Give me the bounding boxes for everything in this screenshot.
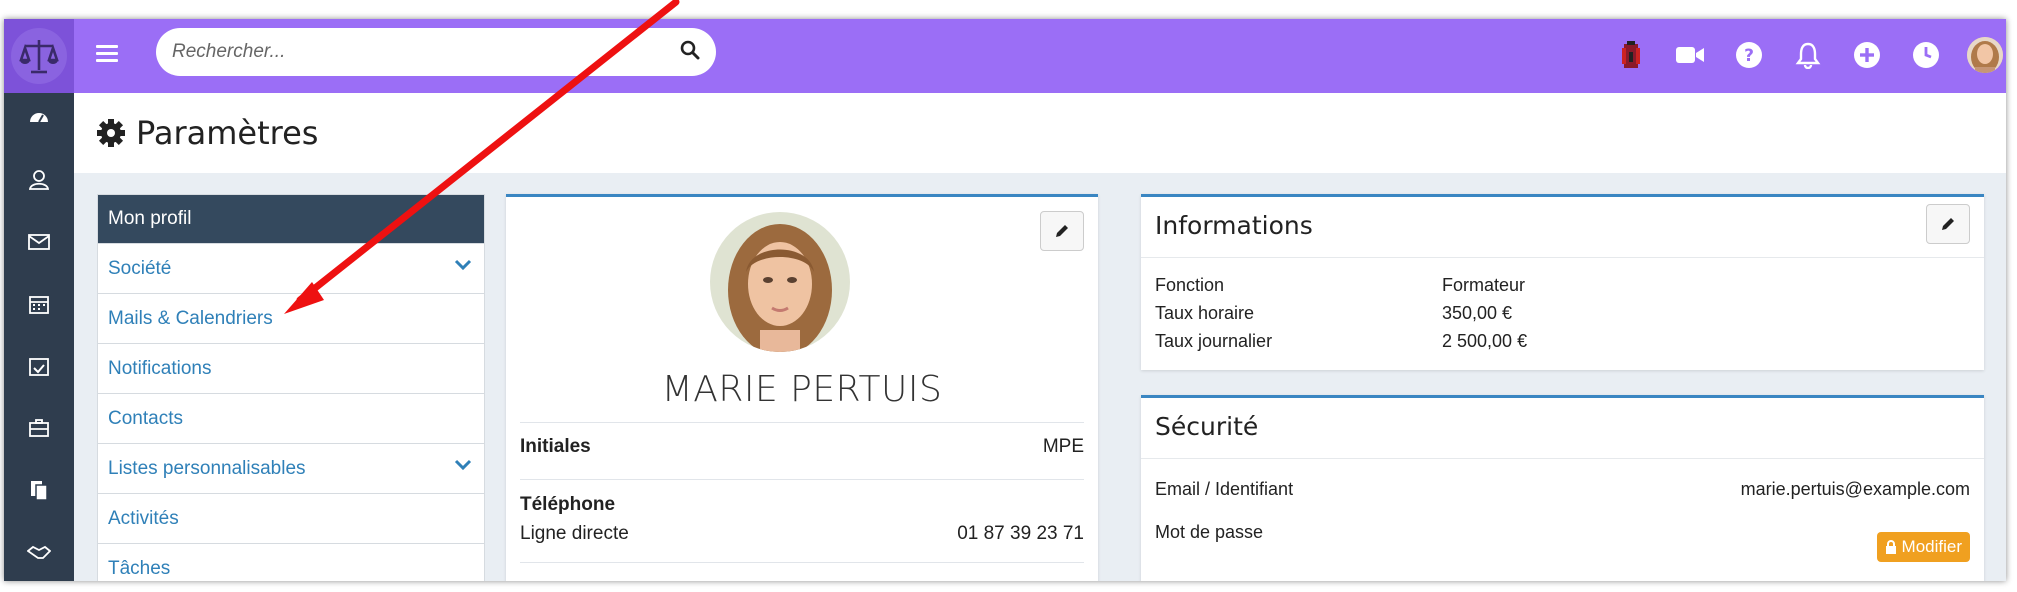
edit-informations-button[interactable] — [1926, 204, 1970, 244]
menu-item-mon-profil[interactable]: Mon profil — [98, 195, 484, 243]
informations-card: Informations Fonction Formateur Taux hor… — [1141, 194, 1984, 370]
profile-card: MARIE PERTUIS Initiales MPE Téléphone Li… — [506, 194, 1098, 581]
user-avatar[interactable] — [1967, 37, 2003, 73]
phone-label: Téléphone — [520, 494, 616, 515]
pencil-icon — [1056, 225, 1068, 237]
search-icon[interactable] — [680, 40, 700, 65]
menu-item-label: Activités — [108, 507, 179, 529]
mail-icon[interactable] — [4, 222, 74, 262]
plus-circle-icon[interactable] — [1849, 37, 1885, 73]
direct-line-label: Ligne directe — [520, 523, 629, 544]
contacts-icon[interactable] — [4, 160, 74, 200]
help-icon[interactable]: ? — [1731, 37, 1767, 73]
info-value-taux-journalier: 2 500,00 € — [1442, 331, 1528, 351]
page-header: Paramètres — [74, 93, 2006, 173]
menu-item-contacts[interactable]: Contacts — [98, 393, 484, 443]
briefcase-icon[interactable] — [4, 408, 74, 448]
divider — [520, 562, 1084, 563]
informations-title: Informations — [1155, 211, 1313, 240]
first-aid-kit-icon[interactable] — [1613, 37, 1649, 73]
lock-icon — [1885, 540, 1896, 554]
svg-text:?: ? — [1744, 46, 1754, 66]
password-label: Mot de passe — [1155, 522, 1264, 542]
chevron-down-icon — [454, 459, 472, 471]
securite-card: Sécurité Email / Identifiant marie.pertu… — [1141, 395, 1984, 581]
info-value-fonction: Formateur — [1442, 275, 1526, 295]
email-value: marie.pertuis@example.com — [1740, 479, 1970, 499]
settings-menu: Mon profil Société Mails & Calendriers N… — [97, 194, 485, 581]
scales-logo-icon — [11, 28, 67, 84]
pencil-icon — [1942, 218, 1954, 230]
tasks-icon[interactable] — [4, 346, 74, 386]
menu-item-activites[interactable]: Activités — [98, 493, 484, 543]
initials-value: MPE — [1042, 436, 1084, 457]
clock-icon[interactable] — [1908, 37, 1944, 73]
top-bar: ? — [4, 19, 2006, 93]
initials-label: Initiales — [520, 436, 591, 457]
divider — [520, 422, 1084, 423]
menu-item-societe[interactable]: Société — [98, 243, 484, 293]
menu-item-label: Mails & Calendriers — [108, 307, 273, 329]
chevron-down-icon — [454, 259, 472, 271]
direct-line-value: 01 87 39 23 71 — [957, 523, 1084, 544]
search-input[interactable] — [172, 41, 680, 63]
menu-item-label: Listes personnalisables — [108, 457, 306, 479]
calendar-icon[interactable] — [4, 284, 74, 324]
modify-password-button[interactable]: Modifier — [1876, 532, 1970, 562]
top-actions: ? — [1606, 37, 2006, 77]
info-value-taux-horaire: 350,00 € — [1442, 303, 1513, 323]
app-logo[interactable] — [4, 19, 74, 93]
app-window: ? — [4, 19, 2006, 581]
bell-icon[interactable] — [1790, 37, 1826, 73]
info-label-fonction: Fonction — [1155, 275, 1225, 295]
menu-item-label: Tâches — [108, 557, 171, 579]
securite-title: Sécurité — [1155, 412, 1259, 441]
divider — [520, 479, 1084, 480]
menu-item-label: Notifications — [108, 357, 212, 379]
email-label: Email / Identifiant — [1155, 479, 1294, 499]
menu-toggle-icon[interactable] — [96, 45, 118, 65]
profile-name: MARIE PERTUIS — [661, 369, 943, 410]
menu-item-label: Société — [108, 257, 172, 279]
handshake-icon[interactable] — [4, 532, 74, 572]
dashboard-icon[interactable] — [4, 97, 74, 137]
video-icon[interactable] — [1672, 37, 1708, 73]
menu-item-listes-personnalisables[interactable]: Listes personnalisables — [98, 443, 484, 493]
profile-photo — [710, 212, 850, 352]
page-title-text: Paramètres — [136, 114, 319, 152]
edit-profile-button[interactable] — [1040, 211, 1084, 251]
info-label-taux-horaire: Taux horaire — [1155, 303, 1255, 323]
menu-item-mails-calendriers[interactable]: Mails & Calendriers — [98, 293, 484, 343]
left-navigation-rail — [4, 93, 74, 581]
divider — [1141, 257, 1984, 258]
menu-item-label: Contacts — [108, 407, 183, 429]
documents-icon[interactable] — [4, 470, 74, 510]
info-label-taux-journalier: Taux journalier — [1155, 331, 1273, 351]
search-bar — [156, 28, 716, 76]
page-title: Paramètres — [96, 114, 318, 152]
gear-icon — [97, 119, 125, 147]
menu-item-taches[interactable]: Tâches — [98, 543, 484, 581]
menu-item-notifications[interactable]: Notifications — [98, 343, 484, 393]
modify-label: Modifier — [1901, 537, 1962, 556]
divider — [1141, 458, 1984, 459]
